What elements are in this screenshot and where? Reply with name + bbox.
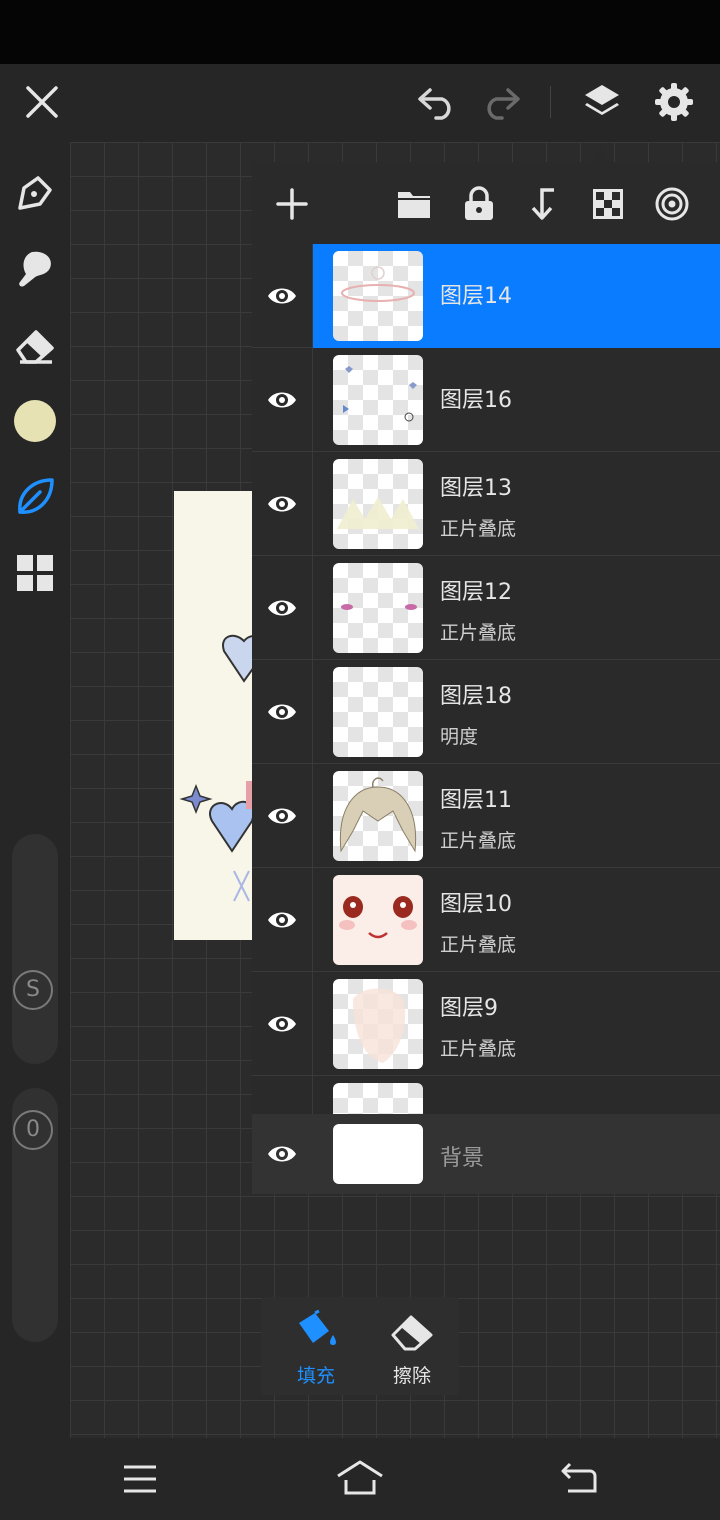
- menu-icon[interactable]: [122, 1464, 158, 1494]
- left-toolbar: S 0: [0, 142, 70, 1438]
- eye-icon[interactable]: [266, 696, 298, 728]
- layer-thumbnail: [333, 459, 423, 549]
- layer-name: 图层14: [440, 284, 512, 309]
- eye-icon[interactable]: [266, 384, 298, 416]
- undo-icon[interactable]: [416, 84, 458, 120]
- layer-thumbnail: [333, 875, 423, 965]
- layer-thumbnail: [333, 771, 423, 861]
- opacity-knob[interactable]: 0: [13, 1110, 53, 1150]
- erase-button[interactable]: 擦除: [365, 1297, 459, 1395]
- eye-icon[interactable]: [266, 488, 298, 520]
- status-bar: [0, 0, 720, 64]
- brush-size-slider[interactable]: S: [12, 834, 58, 1064]
- fill-label: 填充: [296, 1365, 335, 1387]
- layer-row[interactable]: 图层10 正片叠底: [252, 868, 720, 972]
- layer-row[interactable]: 图层9 正片叠底: [252, 972, 720, 1076]
- layers-panel: 图层14 图层16 图层13 正片叠底 图层12 正片叠底 图层18 明度 图层…: [252, 162, 720, 1194]
- lock-icon[interactable]: [462, 186, 496, 222]
- layer-row[interactable]: 图层12 正片叠底: [252, 556, 720, 660]
- panel-pointer: [592, 148, 610, 162]
- layer-row[interactable]: 图层13 正片叠底: [252, 452, 720, 556]
- redo-icon[interactable]: [480, 84, 522, 120]
- layer-name: 图层10: [440, 892, 512, 917]
- home-icon[interactable]: [336, 1460, 384, 1496]
- eye-icon[interactable]: [266, 1138, 298, 1170]
- pen-icon[interactable]: [14, 172, 56, 214]
- layer-row[interactable]: 图层18 明度: [252, 660, 720, 764]
- eye-icon[interactable]: [266, 800, 298, 832]
- merge-down-icon[interactable]: [528, 186, 558, 222]
- paint-bucket-icon: [299, 1309, 336, 1345]
- background-layer-row[interactable]: 背景: [252, 1114, 720, 1194]
- layer-blend-mode: 正片叠底: [440, 1038, 517, 1060]
- layer-thumbnail: [333, 563, 423, 653]
- layer-blend-mode: 明度: [440, 726, 479, 748]
- top-toolbar: [0, 64, 720, 142]
- layer-blend-mode: 正片叠底: [440, 934, 517, 956]
- leaf-brush-icon[interactable]: [14, 476, 56, 518]
- layers-toolbar: [252, 162, 720, 244]
- layer-thumbnail: [333, 355, 423, 445]
- close-icon[interactable]: [24, 84, 60, 120]
- background-label: 背景: [440, 1146, 485, 1171]
- layer-thumbnail: [333, 667, 423, 757]
- eye-icon[interactable]: [266, 904, 298, 936]
- eye-icon[interactable]: [266, 280, 298, 312]
- toolbar-divider: [550, 86, 551, 118]
- layer-name: 图层16: [440, 388, 512, 413]
- folder-icon[interactable]: [396, 188, 432, 220]
- background-thumbnail: [333, 1124, 423, 1184]
- layer-name: 图层11: [440, 788, 512, 813]
- layer-thumbnail: [333, 1083, 423, 1114]
- size-knob[interactable]: S: [13, 970, 53, 1010]
- layers-icon[interactable]: [582, 82, 622, 122]
- layer-thumbnail: [333, 251, 423, 341]
- erase-label: 擦除: [392, 1365, 431, 1387]
- layer-row-partial[interactable]: [252, 1076, 720, 1114]
- layer-name: 图层12: [440, 580, 512, 605]
- color-swatch[interactable]: [14, 400, 56, 442]
- layer-blend-mode: 正片叠底: [440, 622, 517, 644]
- opacity-slider[interactable]: 0: [12, 1088, 58, 1342]
- fill-button[interactable]: 填充: [269, 1297, 363, 1395]
- smudge-icon[interactable]: [14, 248, 56, 290]
- layer-row[interactable]: 图层16: [252, 348, 720, 452]
- layer-row[interactable]: 图层14: [252, 244, 720, 348]
- layer-name: 图层9: [440, 996, 498, 1021]
- layer-options-icon[interactable]: [654, 186, 690, 222]
- layer-name: 图层18: [440, 684, 512, 709]
- system-nav-bar: [0, 1438, 720, 1520]
- eye-icon[interactable]: [266, 592, 298, 624]
- add-layer-icon[interactable]: [276, 188, 308, 220]
- eraser-icon[interactable]: [14, 324, 56, 366]
- back-icon[interactable]: [560, 1462, 598, 1494]
- layer-name: 图层13: [440, 476, 512, 501]
- layer-thumbnail: [333, 979, 423, 1069]
- layer-blend-mode: 正片叠底: [440, 830, 517, 852]
- layer-row[interactable]: 图层11 正片叠底: [252, 764, 720, 868]
- layer-blend-mode: 正片叠底: [440, 518, 517, 540]
- gear-icon[interactable]: [654, 82, 694, 122]
- eye-icon[interactable]: [266, 1008, 298, 1040]
- transparency-icon[interactable]: [592, 188, 624, 220]
- grid-icon[interactable]: [16, 554, 54, 592]
- eraser-icon: [391, 1315, 433, 1351]
- fill-erase-popup: 填充 擦除: [261, 1297, 459, 1395]
